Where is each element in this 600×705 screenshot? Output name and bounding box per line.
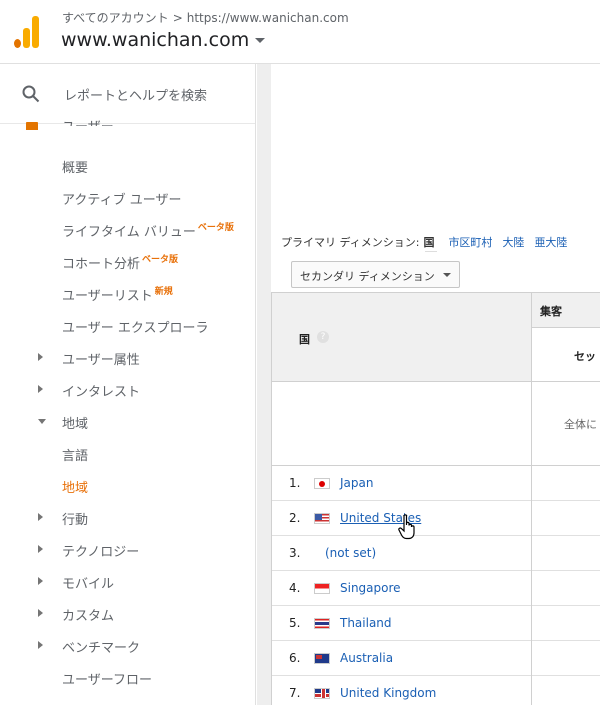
dimension-current: 国 bbox=[423, 236, 435, 249]
sidebar-item-benchmark[interactable]: ベンチマーク bbox=[62, 637, 140, 656]
secondary-dimension-button[interactable]: セカンダリ ディメンション bbox=[291, 261, 460, 288]
country-link[interactable]: Australia bbox=[340, 651, 393, 665]
breadcrumb-root[interactable]: すべてのアカウント bbox=[62, 11, 169, 25]
search-label: レポートとヘルプを検索 bbox=[64, 89, 208, 104]
sidebar-item-demographics[interactable]: ユーザー属性 bbox=[62, 349, 140, 368]
sidebar-item-user-explorer[interactable]: ユーザー エクスプローラ bbox=[62, 317, 208, 336]
collapse-down-icon bbox=[38, 419, 46, 424]
sidebar-search[interactable]: レポートとヘルプを検索 bbox=[0, 64, 255, 124]
header-sessions[interactable]: セッ bbox=[532, 328, 600, 382]
account-name: www.wanichan.com bbox=[61, 29, 250, 51]
sidebar-item-user-list[interactable]: ユーザーリスト 新規 bbox=[62, 285, 173, 304]
account-breadcrumb[interactable]: すべてのアカウント > https://www.wanichan.com bbox=[62, 9, 349, 26]
user-icon bbox=[24, 122, 40, 132]
sidebar-item-location[interactable]: 地域 bbox=[62, 477, 88, 496]
table-row: 4. Singapore bbox=[271, 571, 600, 606]
flag-japan-icon bbox=[314, 478, 330, 489]
expand-right-icon bbox=[38, 545, 43, 553]
breadcrumb-separator-icon: > bbox=[172, 11, 183, 25]
sidebar-item-active-users[interactable]: アクティブ ユーザー bbox=[62, 189, 181, 208]
table-row: 1. Japan bbox=[271, 466, 600, 501]
caret-down-icon bbox=[443, 273, 451, 277]
table-row: 6. Australia bbox=[271, 641, 600, 676]
primary-dimension-label: プライマリ ディメンション: bbox=[281, 236, 420, 249]
sidebar-item-user-flow[interactable]: ユーザーフロー bbox=[62, 669, 152, 688]
sidebar-item-language[interactable]: 言語 bbox=[62, 445, 88, 464]
sidebar-item-custom[interactable]: カスタム bbox=[62, 605, 114, 624]
account-selector[interactable]: www.wanichan.com bbox=[61, 29, 266, 51]
total-row-left bbox=[271, 382, 532, 466]
flag-thailand-icon bbox=[314, 618, 330, 629]
sidebar: レポートとヘルプを検索 ユーザー 概要 アクティブ ユーザー ライフタイム バリ… bbox=[0, 64, 256, 705]
flag-australia-icon bbox=[314, 653, 330, 664]
new-badge: 新規 bbox=[154, 287, 173, 297]
expand-right-icon bbox=[38, 577, 43, 585]
expand-right-icon bbox=[38, 353, 43, 361]
dimension-option-continent[interactable]: 大陸 bbox=[502, 236, 524, 249]
beta-badge: ベータ版 bbox=[142, 255, 179, 265]
primary-dimension-row: プライマリ ディメンション: 国市区町村 大陸 亜大陸 bbox=[281, 234, 567, 250]
breadcrumb-url[interactable]: https://www.wanichan.com bbox=[187, 11, 349, 25]
top-header: すべてのアカウント > https://www.wanichan.com www.w… bbox=[0, 0, 600, 64]
country-link[interactable]: Thailand bbox=[340, 616, 392, 630]
table-row: 3. (not set) bbox=[271, 536, 600, 571]
header-country[interactable]: 国 ? bbox=[271, 292, 532, 382]
sidebar-item-mobile[interactable]: モバイル bbox=[62, 573, 114, 592]
sidebar-item-technology[interactable]: テクノロジー bbox=[62, 541, 139, 560]
flag-singapore-icon bbox=[314, 583, 330, 594]
header-acquisition: 集客 bbox=[532, 292, 600, 328]
header-country-label: 国 bbox=[299, 333, 310, 346]
section-title-users[interactable]: ユーザー bbox=[62, 116, 114, 126]
expand-right-icon bbox=[38, 641, 43, 649]
analytics-logo-icon[interactable] bbox=[14, 16, 40, 48]
main-content: プライマリ ディメンション: 国市区町村 大陸 亜大陸 セカンダリ ディメンション 国… bbox=[257, 64, 600, 705]
dimension-option-city[interactable]: 市区町村 bbox=[448, 236, 492, 249]
dimension-indicator bbox=[425, 251, 437, 252]
sidebar-item-interests[interactable]: インタレスト bbox=[62, 381, 140, 400]
help-icon[interactable]: ? bbox=[317, 331, 329, 343]
country-link[interactable]: (not set) bbox=[325, 546, 376, 560]
caret-down-icon bbox=[255, 38, 266, 43]
expand-right-icon bbox=[38, 513, 43, 521]
search-icon bbox=[22, 85, 40, 103]
total-row-right: 全体に bbox=[532, 382, 600, 466]
sidebar-item-overview[interactable]: 概要 bbox=[62, 157, 88, 176]
table-row: 2. United States bbox=[271, 501, 600, 536]
report-panel: プライマリ ディメンション: 国市区町村 大陸 亜大陸 セカンダリ ディメンション 国… bbox=[271, 64, 600, 705]
table-row: 7. United Kingdom bbox=[271, 676, 600, 705]
country-link[interactable]: Japan bbox=[340, 476, 373, 490]
sidebar-item-lifetime-value[interactable]: ライフタイム バリュー ベータ版 bbox=[62, 221, 234, 240]
expand-right-icon bbox=[38, 609, 43, 617]
flag-usa-icon bbox=[314, 513, 330, 524]
dimension-option-subcontinent[interactable]: 亜大陸 bbox=[534, 236, 567, 249]
table-row: 5. Thailand bbox=[271, 606, 600, 641]
sidebar-item-cohort[interactable]: コホート分析 ベータ版 bbox=[62, 253, 178, 272]
country-link[interactable]: United Kingdom bbox=[340, 686, 436, 700]
country-link[interactable]: Singapore bbox=[340, 581, 401, 595]
expand-right-icon bbox=[38, 385, 43, 393]
flag-uk-icon bbox=[314, 688, 330, 699]
sidebar-item-behavior[interactable]: 行動 bbox=[62, 509, 88, 528]
beta-badge: ベータ版 bbox=[197, 223, 234, 233]
hand-cursor-icon bbox=[398, 514, 415, 540]
sidebar-item-geo[interactable]: 地域 bbox=[62, 413, 88, 432]
